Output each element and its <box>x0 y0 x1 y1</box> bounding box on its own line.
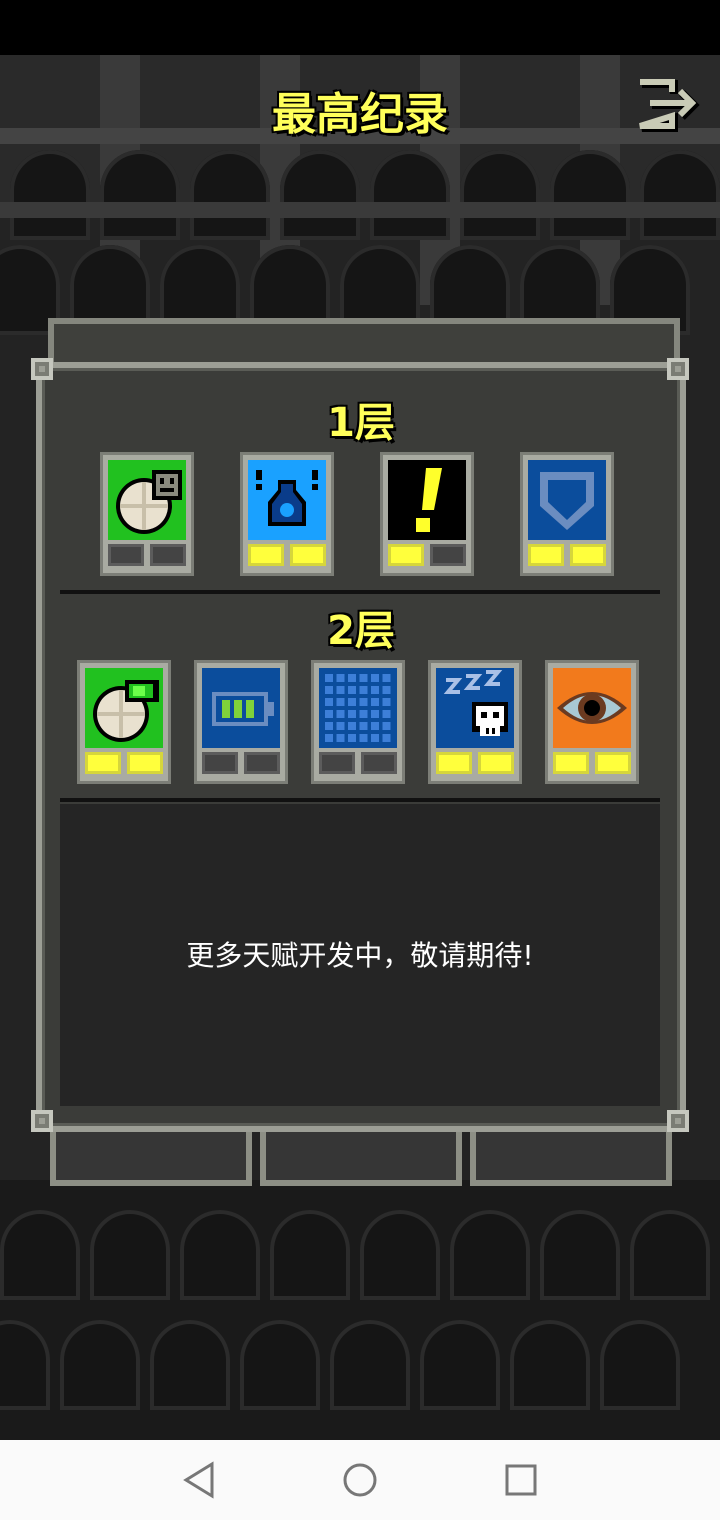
point-pip <box>553 752 589 774</box>
point-pip <box>595 752 631 774</box>
tier-1-title: 1层 <box>327 400 395 446</box>
coming-soon-text: 更多天赋开发中，敬请期待! <box>186 939 534 972</box>
talent-food-ration[interactable] <box>100 452 194 576</box>
exit-button[interactable] <box>634 78 704 134</box>
point-pip <box>244 752 280 774</box>
point-pip <box>528 544 564 566</box>
exit-icon <box>639 79 700 132</box>
grid-icon <box>319 668 397 748</box>
back-triangle-icon <box>183 1461 214 1499</box>
talent-points <box>436 752 514 776</box>
coming-soon-area: 更多天赋开发中，敬请期待! <box>60 804 660 1106</box>
talents-panel: 1层 2层 更多天赋开发中，敬请期待! <box>31 358 689 1132</box>
talent-potion-identify[interactable] <box>240 452 334 576</box>
talent-eye[interactable] <box>545 660 639 784</box>
point-pip <box>108 544 144 566</box>
page-title: 最高纪录 <box>272 89 448 140</box>
panel-corner <box>31 1110 53 1132</box>
potion-identify-icon <box>248 460 326 540</box>
alert-exclamation-icon <box>388 460 466 540</box>
food-recharge-icon <box>85 668 163 748</box>
nav-back-button[interactable] <box>178 1460 222 1500</box>
point-pip <box>430 544 466 566</box>
nav-recents-button[interactable] <box>498 1460 542 1500</box>
talent-points <box>108 544 186 568</box>
panel-corner <box>31 358 53 380</box>
eye-icon <box>553 668 631 748</box>
tier-2-title: 2层 <box>327 608 395 654</box>
talent-alert[interactable] <box>380 452 474 576</box>
tier-divider <box>60 798 660 802</box>
talent-points <box>528 544 606 568</box>
food-ration-icon <box>108 460 186 540</box>
system-navigation-bar <box>0 1440 720 1520</box>
talent-sleep[interactable] <box>428 660 522 784</box>
point-pip <box>319 752 355 774</box>
recents-square-icon <box>505 1464 537 1496</box>
talent-points <box>248 544 326 568</box>
talent-battery[interactable] <box>194 660 288 784</box>
talent-shield[interactable] <box>520 452 614 576</box>
point-pip <box>150 544 186 566</box>
talent-points <box>202 752 280 776</box>
point-pip <box>436 752 472 774</box>
talent-grid[interactable] <box>311 660 405 784</box>
point-pip <box>388 544 424 566</box>
talent-points <box>553 752 631 776</box>
point-pip <box>361 752 397 774</box>
sleep-skull-icon <box>436 668 514 748</box>
talent-points <box>85 752 163 776</box>
panel-corner <box>667 358 689 380</box>
point-pip <box>127 752 163 774</box>
nav-home-button[interactable] <box>338 1460 382 1500</box>
shield-icon <box>528 460 606 540</box>
talent-points <box>319 752 397 776</box>
tier-divider <box>60 590 660 594</box>
panel-corner <box>667 1110 689 1132</box>
point-pip <box>478 752 514 774</box>
point-pip <box>202 752 238 774</box>
point-pip <box>85 752 121 774</box>
point-pip <box>248 544 284 566</box>
talent-points <box>388 544 466 568</box>
battery-icon <box>202 668 280 748</box>
point-pip <box>290 544 326 566</box>
talent-food-recharge[interactable] <box>77 660 171 784</box>
home-circle-icon <box>343 1463 377 1497</box>
point-pip <box>570 544 606 566</box>
